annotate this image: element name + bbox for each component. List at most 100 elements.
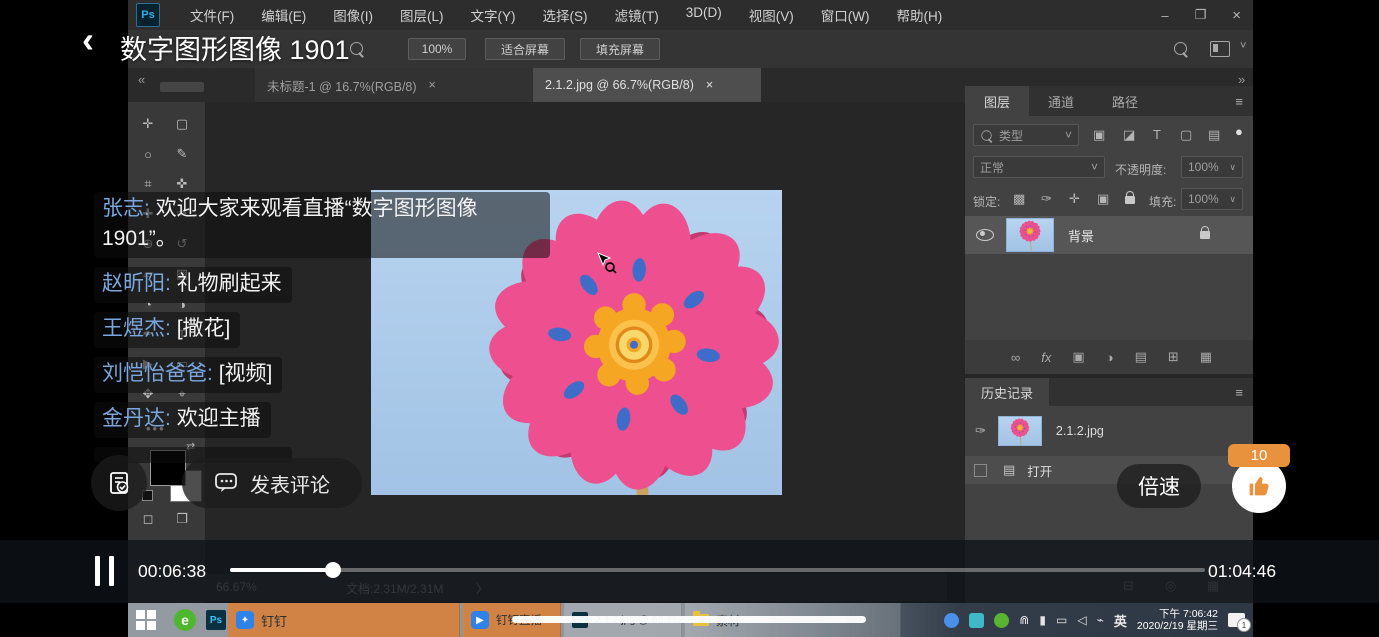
start-button[interactable] — [136, 610, 156, 630]
volume-icon[interactable]: ◁ — [1077, 613, 1086, 627]
lock-all-icon[interactable] — [1125, 196, 1135, 204]
lock-position-icon[interactable]: ✛ — [1069, 191, 1080, 207]
history-checkbox[interactable] — [974, 464, 987, 477]
fill-label: 填充: — [1149, 193, 1176, 210]
tray-app1-icon[interactable] — [944, 613, 959, 628]
zoom-tool-icon[interactable] — [350, 42, 363, 55]
menu-edit[interactable]: 编辑(E) — [261, 5, 306, 25]
seek-bar-knob[interactable] — [325, 562, 341, 578]
like-button[interactable] — [1232, 459, 1286, 513]
notification-center-icon[interactable]: 1 — [1228, 613, 1245, 627]
fit-screen-button[interactable]: 适合屏幕 — [485, 38, 565, 60]
delete-layer-icon[interactable]: ▦ — [1200, 349, 1212, 365]
tab-close-icon[interactable]: × — [429, 78, 436, 92]
minimize-icon[interactable]: – — [1161, 8, 1168, 23]
layer-group-icon[interactable]: ▤ — [1135, 349, 1147, 365]
menu-3d[interactable]: 3D(D) — [686, 5, 722, 25]
tab-history[interactable]: 历史记录 — [965, 378, 1049, 406]
fill-screen-button[interactable]: 填充屏幕 — [580, 38, 660, 60]
zoom-100-button[interactable]: 100% — [408, 38, 466, 60]
menu-view[interactable]: 视图(V) — [749, 5, 794, 25]
back-button[interactable]: ‹ — [82, 22, 94, 58]
taskbar-clock[interactable]: 下午 7:06:42 2020/2/19 星期三 — [1137, 608, 1218, 633]
filter-adjust-icon[interactable]: ◪ — [1123, 127, 1135, 143]
move-tool-icon[interactable]: ✛ — [136, 112, 160, 136]
tab-channels[interactable]: 通道 — [1029, 86, 1093, 116]
filter-toggle-icon[interactable]: ● — [1235, 124, 1243, 139]
quick-mask-icon[interactable]: ◻ — [136, 507, 160, 531]
usb-icon[interactable]: ▮ — [1039, 613, 1046, 627]
layer-style-icon[interactable]: fx — [1041, 350, 1051, 365]
tab-paths[interactable]: 路径 — [1093, 86, 1157, 116]
ps-menu-bar: Ps 文件(F) 编辑(E) 图像(I) 图层(L) 文字(Y) 选择(S) 滤… — [128, 0, 1253, 30]
opacity-input[interactable]: 100% ∨ — [1181, 156, 1243, 178]
quick-select-tool-icon[interactable]: ✎ — [170, 142, 194, 166]
chevron-down-icon[interactable]: ˅ — [1240, 40, 1246, 52]
workspace-icon[interactable] — [1210, 41, 1230, 57]
link-tray-icon[interactable]: ⌁ — [1097, 613, 1104, 627]
seek-bar[interactable] — [230, 568, 1205, 572]
tray-app3-icon[interactable] — [994, 613, 1009, 628]
tray-app2-icon[interactable] — [969, 613, 984, 628]
filter-shape-icon[interactable]: ▢ — [1180, 127, 1192, 143]
layer-visibility-icon[interactable] — [976, 229, 994, 241]
notification-badge: 1 — [1237, 618, 1251, 632]
home-indicator[interactable] — [512, 616, 866, 623]
adjustment-layer-icon[interactable]: ◑ — [1106, 350, 1114, 365]
search-icon[interactable] — [1174, 42, 1187, 55]
wifi-icon[interactable]: ⋒ — [1019, 613, 1029, 627]
marquee-tool-icon[interactable]: ▢ — [170, 112, 194, 136]
expand-icon[interactable]: » — [1238, 72, 1245, 87]
task-dingtalk[interactable]: ✦ 钉钉 — [228, 603, 460, 637]
layer-filter-select[interactable]: 类型 ˅ — [973, 124, 1079, 146]
history-source-row[interactable]: ✑ 2.1.2.jpg — [965, 414, 1253, 448]
history-brush-source-icon[interactable]: ✑ — [975, 423, 986, 439]
blend-mode-select[interactable]: 正常 ˅ — [973, 156, 1105, 178]
post-comment-button[interactable]: 发表评论 — [182, 458, 362, 508]
input-method-indicator[interactable]: 英 — [1114, 611, 1127, 630]
menu-file[interactable]: 文件(F) — [190, 5, 234, 25]
filter-pixel-icon[interactable]: ▣ — [1093, 127, 1105, 143]
tab-layers[interactable]: 图层 — [965, 86, 1029, 116]
menu-window[interactable]: 窗口(W) — [821, 5, 870, 25]
menu-help[interactable]: 帮助(H) — [896, 5, 942, 25]
link-layers-icon[interactable]: ∞ — [1011, 350, 1020, 365]
menu-image[interactable]: 图像(I) — [333, 5, 373, 25]
browser-taskbar-icon[interactable]: e — [174, 609, 196, 631]
layer-thumbnail[interactable] — [1006, 218, 1054, 252]
panel-menu-icon[interactable]: ≡ — [1235, 385, 1243, 400]
tab-close-icon[interactable]: × — [706, 78, 713, 92]
fill-input[interactable]: 100% ∨ — [1181, 188, 1243, 210]
sign-in-button[interactable] — [91, 455, 147, 511]
filter-type-icon[interactable]: T — [1153, 127, 1161, 142]
lock-pixels-icon[interactable]: ▩ — [1013, 191, 1025, 207]
layer-lock-icon — [1200, 231, 1210, 239]
collapse-icon[interactable]: « — [138, 72, 145, 87]
tab-212jpg[interactable]: 2.1.2.jpg @ 66.7%(RGB/8) × — [533, 68, 761, 102]
panel-menu-icon[interactable]: ≡ — [1235, 94, 1243, 109]
layer-name: 背景 — [1068, 226, 1094, 245]
lasso-tool-icon[interactable]: ○ — [136, 142, 160, 166]
lock-paint-icon[interactable]: ✑ — [1041, 191, 1052, 207]
menu-layer[interactable]: 图层(L) — [400, 5, 444, 25]
tab-untitled[interactable]: 未标题-1 @ 16.7%(RGB/8) × — [255, 68, 533, 102]
clock-date: 2020/2/19 星期三 — [1137, 620, 1218, 633]
photoshop-taskbar-icon[interactable]: Ps — [206, 610, 226, 630]
filter-smart-icon[interactable]: ▤ — [1208, 127, 1220, 143]
close-icon[interactable]: × — [1232, 7, 1241, 24]
playback-speed-button[interactable]: 倍速 — [1117, 464, 1201, 508]
lock-artboard-icon[interactable]: ▣ — [1097, 191, 1109, 207]
menu-select[interactable]: 选择(S) — [543, 5, 588, 25]
menu-type[interactable]: 文字(Y) — [471, 5, 516, 25]
layer-row-background[interactable]: 背景 — [965, 216, 1253, 254]
history-step-open[interactable]: ▤ 打开 — [965, 456, 1253, 484]
chevron-down-icon: ˅ — [1065, 128, 1072, 142]
screen-mode-icon[interactable]: ❐ — [170, 507, 194, 531]
new-layer-icon[interactable]: ⊞ — [1168, 349, 1179, 365]
menu-filter[interactable]: 滤镜(T) — [615, 5, 659, 25]
layer-mask-icon[interactable]: ▣ — [1072, 349, 1084, 365]
restore-icon[interactable]: ❐ — [1195, 7, 1207, 23]
pause-button[interactable] — [95, 556, 114, 586]
task-label: 钉钉 — [261, 611, 287, 630]
laptop-icon[interactable]: ▭ — [1056, 613, 1067, 627]
